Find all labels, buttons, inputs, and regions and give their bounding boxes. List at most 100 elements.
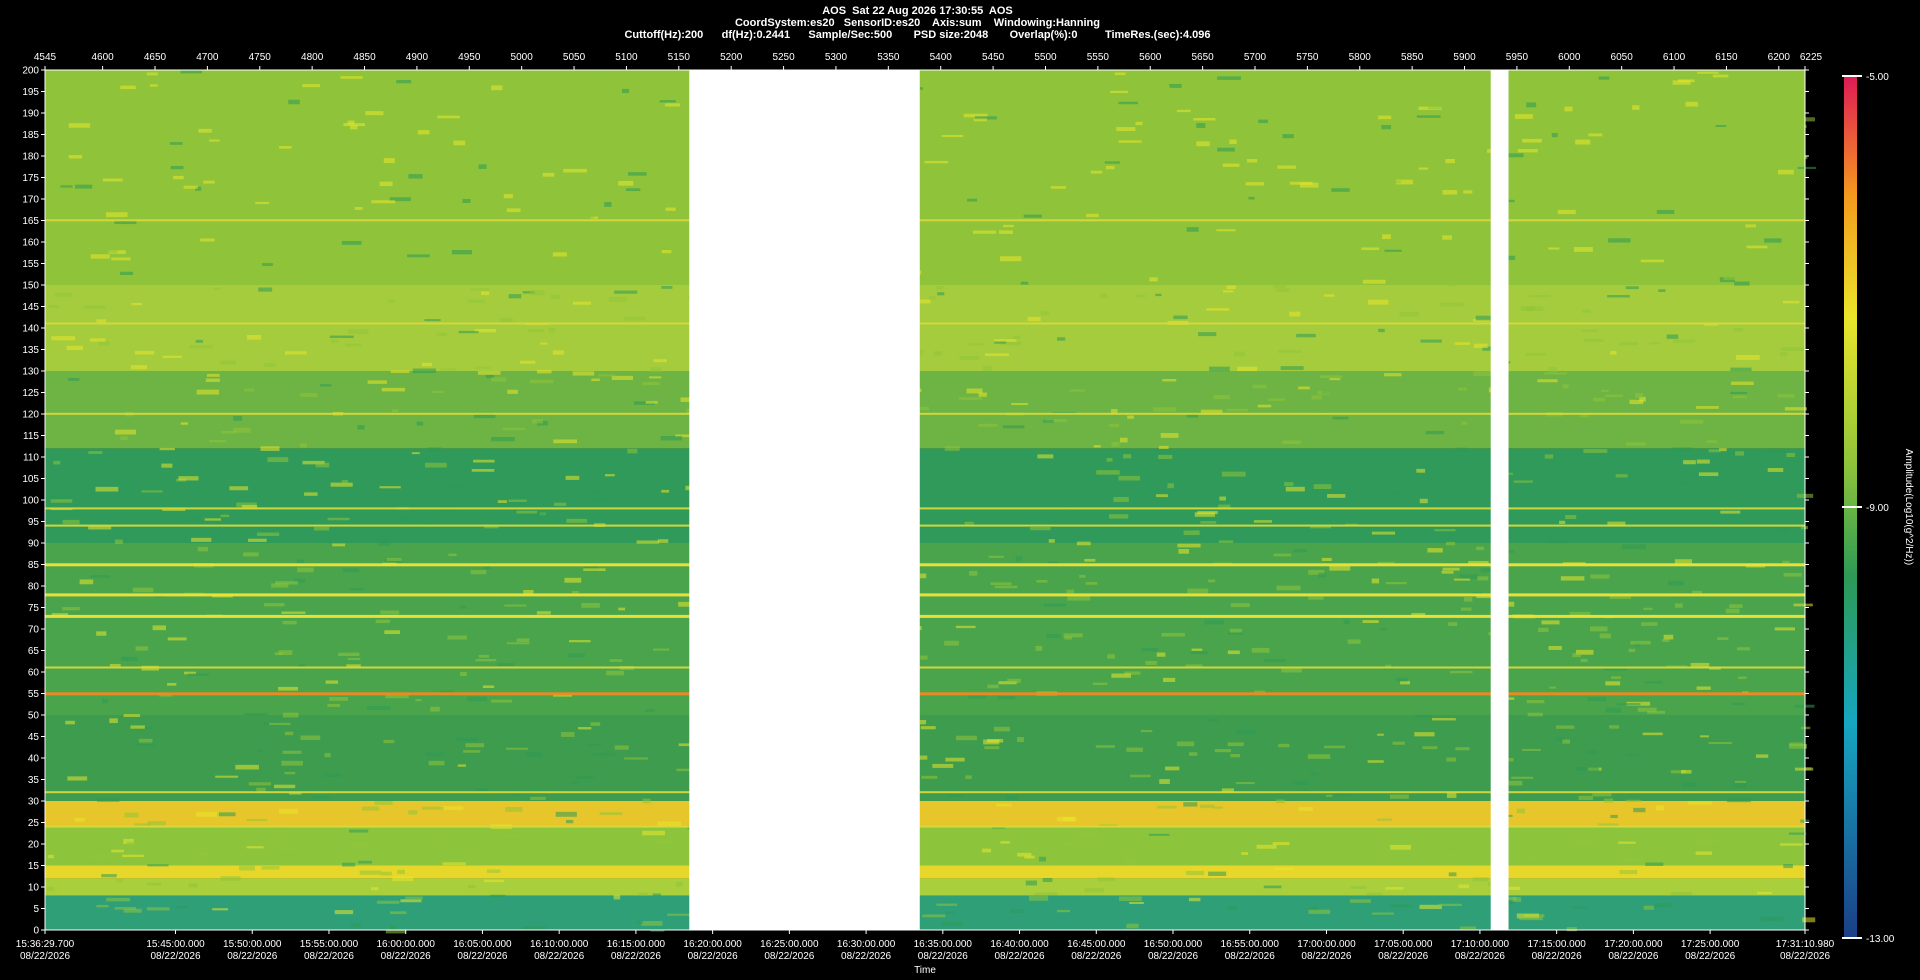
- spectral-line: [45, 524, 1805, 527]
- texture-cell: [1284, 482, 1294, 486]
- texture-cell: [1575, 139, 1591, 145]
- texture-cell: [383, 158, 395, 164]
- y-tick-label: 145: [22, 302, 39, 313]
- x-axis-label: Time: [914, 965, 936, 976]
- texture-cell: [1131, 153, 1152, 157]
- texture-cell: [1607, 295, 1630, 298]
- texture-cell: [1362, 279, 1386, 284]
- texture-cell: [505, 807, 523, 812]
- texture-cell: [1245, 182, 1264, 186]
- texture-cell: [284, 731, 294, 736]
- texture-cell: [550, 294, 560, 300]
- x-tick-date: 08/22/2026: [1148, 951, 1198, 962]
- texture-cell: [1788, 832, 1807, 835]
- texture-cell: [348, 329, 369, 334]
- texture-cell: [1697, 839, 1717, 845]
- texture-cell: [1126, 747, 1143, 752]
- texture-cell: [919, 719, 927, 725]
- texture-cell: [1556, 725, 1575, 729]
- texture-cell: [1130, 774, 1151, 778]
- texture-cell: [1162, 378, 1177, 382]
- colorbar-label: Amplitude(Log10(g^2/Hz)): [1903, 449, 1914, 565]
- texture-cell: [1183, 802, 1198, 807]
- texture-cell: [1696, 406, 1719, 409]
- texture-cell: [1605, 707, 1622, 713]
- x-tick-date: 08/22/2026: [1532, 951, 1582, 962]
- x-tick-time: 17:10:00.000: [1451, 939, 1510, 950]
- texture-cell: [1018, 142, 1029, 146]
- texture-cell: [1386, 167, 1404, 171]
- texture-cell: [1020, 281, 1029, 285]
- texture-cell: [1196, 123, 1206, 128]
- texture-cell: [1802, 917, 1816, 923]
- texture-cell: [1672, 339, 1695, 343]
- spectral-band: [45, 70, 1805, 285]
- texture-cell: [532, 418, 543, 424]
- colorbar: -5.00 -9.00 -13.00 Amplitude(Log10(g^2/Hz)): [1842, 72, 1914, 945]
- texture-cell: [936, 286, 944, 290]
- texture-cell: [1092, 682, 1108, 686]
- texture-cell: [606, 670, 624, 676]
- texture-cell: [75, 184, 93, 189]
- texture-cell: [924, 160, 949, 164]
- texture-cell: [964, 521, 974, 525]
- texture-cell: [1090, 170, 1103, 174]
- texture-cell: [1263, 885, 1282, 889]
- top-tick-label: 5650: [1191, 52, 1214, 63]
- texture-cell: [341, 480, 348, 483]
- texture-cell: [553, 439, 578, 444]
- y-tick-label: 190: [22, 109, 39, 120]
- texture-cell: [1604, 798, 1614, 803]
- texture-cell: [621, 88, 630, 94]
- top-tick-label: 4800: [301, 52, 324, 63]
- texture-cell: [416, 421, 424, 426]
- texture-cell: [218, 185, 235, 189]
- texture-cell: [1442, 190, 1458, 195]
- texture-cell: [1308, 596, 1324, 600]
- texture-cell: [642, 382, 660, 386]
- texture-cell: [332, 543, 346, 547]
- texture-cell: [1129, 901, 1144, 905]
- texture-cell: [1241, 852, 1249, 855]
- texture-cell: [1528, 855, 1539, 860]
- texture-cell: [1725, 608, 1740, 614]
- texture-cell: [106, 897, 131, 902]
- texture-cell: [1274, 867, 1294, 871]
- texture-cell: [1218, 540, 1234, 543]
- texture-cell: [1118, 896, 1142, 901]
- texture-cell: [516, 510, 538, 514]
- texture-cell: [1619, 870, 1637, 875]
- texture-cell: [176, 905, 188, 909]
- texture-cell: [1615, 474, 1628, 478]
- texture-cell: [1582, 309, 1591, 313]
- texture-cell: [921, 775, 938, 779]
- x-tick-time: 16:20:00.000: [683, 939, 742, 950]
- texture-cell: [273, 784, 296, 789]
- texture-cell: [146, 882, 162, 886]
- texture-cell: [1583, 338, 1604, 342]
- texture-cell: [338, 652, 360, 657]
- texture-cell: [636, 920, 644, 925]
- texture-cell: [1780, 352, 1788, 357]
- spectral-line: [45, 563, 1805, 567]
- x-tick-date: 08/22/2026: [688, 951, 738, 962]
- texture-cell: [1733, 328, 1744, 332]
- texture-cell: [1432, 718, 1456, 721]
- texture-cell: [627, 147, 637, 152]
- texture-cell: [1730, 367, 1752, 372]
- texture-cell: [124, 812, 139, 818]
- texture-cell: [1610, 350, 1617, 355]
- texture-cell: [653, 359, 668, 363]
- texture-cell: [341, 862, 356, 867]
- texture-cell: [1715, 124, 1727, 128]
- texture-cell: [330, 482, 353, 487]
- texture-cell: [1633, 807, 1646, 813]
- texture-cell: [1458, 387, 1467, 391]
- texture-cell: [642, 798, 651, 804]
- texture-cell: [1118, 101, 1139, 105]
- texture-cell: [1450, 670, 1473, 674]
- texture-cell: [590, 490, 603, 494]
- texture-cell: [1329, 90, 1351, 95]
- texture-cell: [1123, 454, 1132, 459]
- y-tick-label: 50: [28, 711, 40, 722]
